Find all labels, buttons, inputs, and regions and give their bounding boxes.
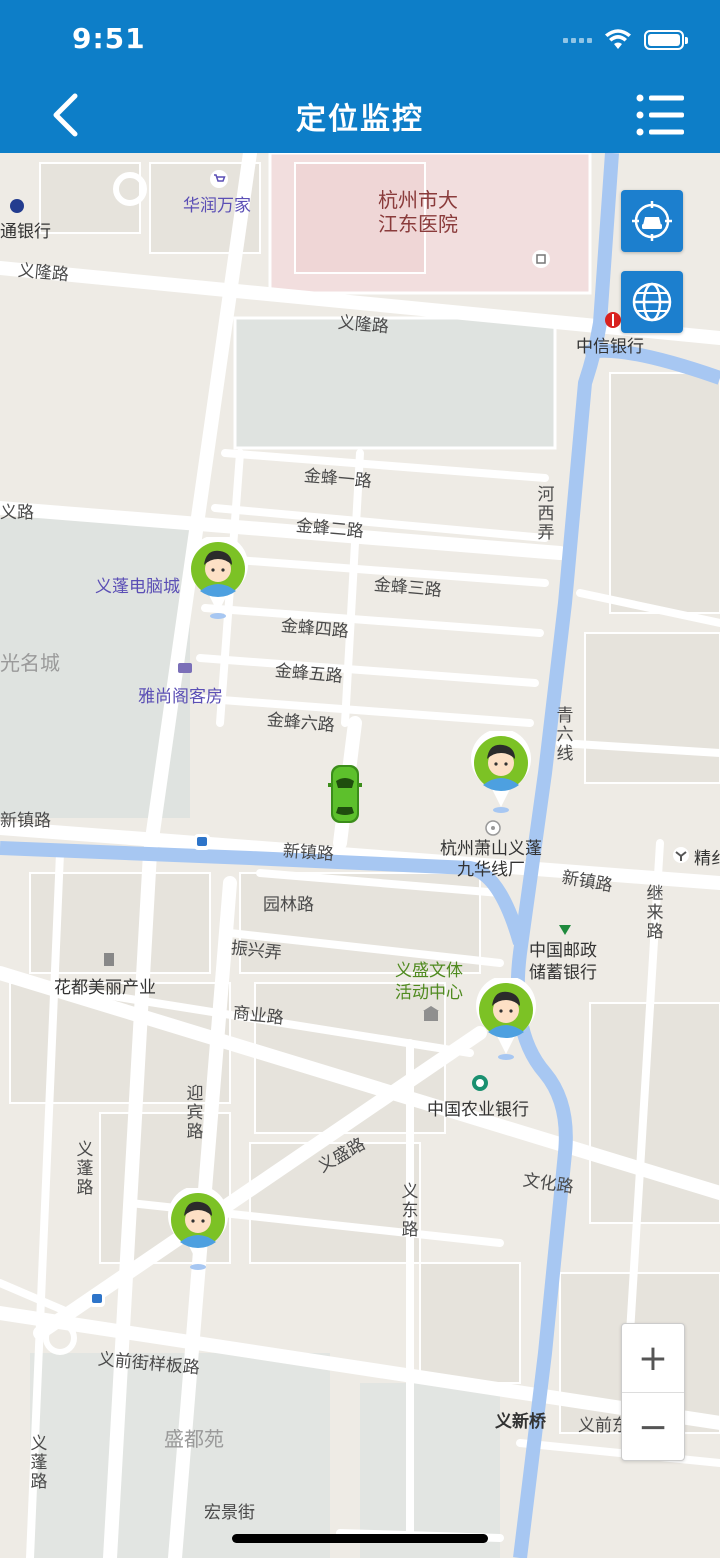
person-location-pin[interactable] <box>474 978 538 1062</box>
status-time: 9:51 <box>72 22 146 55</box>
label-yisheng-center: 义盛文体 活动中心 <box>395 961 463 1003</box>
culture-center-icon <box>423 1006 439 1021</box>
label-hongjing: 宏景街 <box>204 1503 255 1523</box>
list-menu-button[interactable] <box>636 92 686 138</box>
factory-icon <box>485 820 501 836</box>
label-yilong-road: 义隆路 <box>337 312 390 338</box>
label-hexi: 河西弄 <box>537 485 555 543</box>
car-locate-icon <box>632 201 672 241</box>
label-yuanlin: 园林路 <box>263 895 314 915</box>
label-xinzhen-left: 新镇路 <box>0 811 51 831</box>
zoom-out-button[interactable]: − <box>622 1393 684 1461</box>
label-yingbin: 迎宾路 <box>186 1084 204 1142</box>
post-bank-icon <box>559 925 571 935</box>
label-citic-bank: 中信银行 <box>576 337 644 357</box>
label-yipeng-computer: 义蓬电脑城 <box>95 577 180 597</box>
label-huarun: 华润万家 <box>183 196 251 216</box>
person-location-pin[interactable] <box>186 537 250 621</box>
label-xinzhen-mid: 新镇路 <box>282 841 335 865</box>
wifi-icon <box>605 29 631 49</box>
cellular-signal-icon <box>563 37 592 43</box>
label-qingliu: 青六线 <box>556 706 574 764</box>
label-jing: 精纟 <box>694 849 720 869</box>
label-yipeng-road-2: 义蓬路 <box>30 1434 48 1492</box>
label-hospital: 杭州市大 江东医院 <box>378 188 458 236</box>
hotel-icon <box>178 663 192 673</box>
label-yixin-bridge: 义新桥 <box>495 1412 546 1432</box>
map-view[interactable]: 杭州市大 江东医院 华润万家 通银行 义隆路 义隆路 中信银行 金蜂一路 金蜂二… <box>0 153 720 1558</box>
globe-icon <box>632 282 672 322</box>
label-jiuhua-factory: 杭州萧山义蓬 九华线厂 <box>440 839 542 880</box>
label-postal-bank: 中国邮政 储蓄银行 <box>529 941 597 983</box>
label-mingcheng: 光名城 <box>0 651 60 675</box>
label-abc-bank: 中国农业银行 <box>427 1100 529 1120</box>
label-shengduyuan: 盛都苑 <box>164 1427 224 1451</box>
locate-car-button[interactable] <box>621 190 683 252</box>
person-location-pin[interactable] <box>469 731 533 815</box>
bus-stop-icon <box>194 834 210 850</box>
label-jilai: 继来路 <box>646 884 664 942</box>
label-bank-left: 通银行 <box>0 222 51 242</box>
label-yidong: 义东路 <box>401 1182 419 1240</box>
shop-icon <box>673 847 689 863</box>
label-yashang-hotel: 雅尚阁客房 <box>138 687 223 707</box>
page-title: 定位监控 <box>296 102 424 137</box>
supermarket-icon <box>210 170 228 188</box>
zoom-control: + − <box>621 1323 685 1461</box>
globe-button[interactable] <box>621 271 683 333</box>
bus-stop-icon <box>89 1291 105 1307</box>
battery-icon <box>644 30 688 50</box>
label-yi-road-left: 义路 <box>0 503 34 523</box>
car-marker-icon[interactable] <box>328 763 362 825</box>
person-location-pin[interactable] <box>166 1188 230 1272</box>
building-icon <box>104 953 114 966</box>
label-huadu: 花都美丽产业 <box>54 978 156 998</box>
bank-icon <box>10 199 24 213</box>
abc-bank-icon <box>472 1075 488 1091</box>
label-yilong-road-left: 义隆路 <box>17 260 70 286</box>
label-zhenxing: 振兴弄 <box>229 938 283 964</box>
label-yipeng-road: 义蓬路 <box>76 1140 94 1198</box>
label-shangye: 商业路 <box>231 1003 285 1029</box>
list-menu-icon <box>636 94 684 136</box>
home-indicator <box>232 1534 488 1543</box>
hospital-entrance-icon <box>532 250 550 268</box>
status-indicators <box>563 26 688 54</box>
app-header: 9:51 定位监控 <box>0 0 720 153</box>
citic-bank-icon <box>605 312 621 328</box>
zoom-in-button[interactable]: + <box>622 1324 684 1393</box>
